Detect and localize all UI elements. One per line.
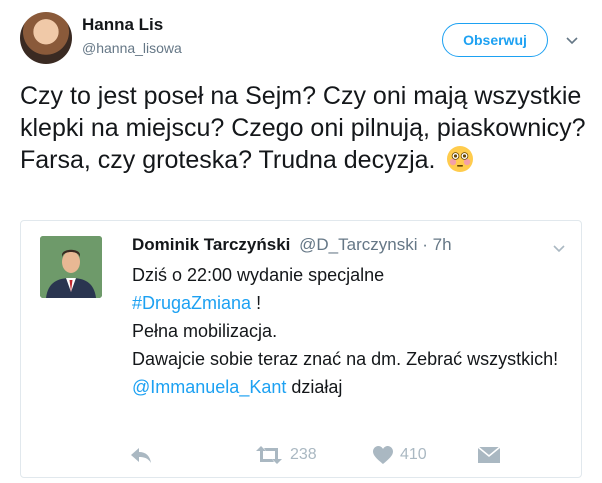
author-name[interactable]: Hanna Lis — [82, 15, 163, 35]
tweet-text: Czy to jest poseł na Sejm? Czy oni mają … — [20, 80, 590, 176]
retweet-button[interactable]: 238 — [254, 443, 317, 467]
quoted-text: Dziś o 22:00 wydanie specjalne #DrugaZmi… — [132, 261, 562, 401]
quoted-line: #DrugaZmiana ! — [132, 289, 562, 317]
retweet-count: 238 — [290, 446, 317, 463]
like-count: 410 — [400, 446, 427, 463]
flushed-face-emoji-icon — [447, 146, 474, 172]
tweet-body: Czy to jest poseł na Sejm? Czy oni mają … — [20, 82, 586, 174]
author-handle[interactable]: @hanna_lisowa — [82, 40, 182, 56]
quoted-text-fragment: działaj — [286, 377, 343, 397]
hashtag-link[interactable]: #DrugaZmiana — [132, 293, 251, 313]
reply-icon — [131, 448, 151, 463]
quoted-header: Dominik Tarczyński @D_Tarczynski · 7h — [132, 235, 452, 255]
tweet-header: Hanna Lis @hanna_lisowa Obserwuj — [0, 0, 602, 70]
follow-button[interactable]: Obserwuj — [442, 23, 548, 57]
reply-button[interactable] — [129, 443, 153, 467]
heart-icon — [373, 446, 393, 464]
quoted-tweet[interactable]: Dominik Tarczyński @D_Tarczynski · 7h Dz… — [20, 220, 582, 478]
retweet-icon — [256, 446, 282, 464]
quoted-line: Dawajcie sobie teraz znać na dm. Zebrać … — [132, 349, 559, 369]
avatar[interactable] — [20, 12, 72, 64]
chevron-down-icon[interactable] — [552, 241, 566, 255]
tweet-actions: 238 410 — [129, 443, 569, 467]
person-photo-icon — [40, 236, 102, 298]
quoted-avatar[interactable] — [40, 236, 102, 298]
quoted-line: Dziś o 22:00 wydanie specjalne — [132, 265, 385, 285]
quoted-line: Pełna mobilizacja. — [132, 321, 278, 341]
chevron-down-icon[interactable] — [564, 32, 580, 48]
separator: · — [422, 235, 428, 254]
direct-message-button[interactable] — [477, 443, 501, 467]
quoted-text-fragment: ! — [251, 293, 262, 313]
quoted-timestamp[interactable]: 7h — [433, 235, 452, 254]
quoted-author-name[interactable]: Dominik Tarczyński — [132, 235, 290, 254]
quoted-line: @Immanuela_Kant działaj — [132, 373, 562, 401]
envelope-icon — [477, 446, 501, 463]
like-button[interactable]: 410 — [372, 443, 427, 467]
mention-link[interactable]: @Immanuela_Kant — [132, 377, 286, 397]
quoted-author-handle[interactable]: @D_Tarczynski — [299, 235, 417, 254]
